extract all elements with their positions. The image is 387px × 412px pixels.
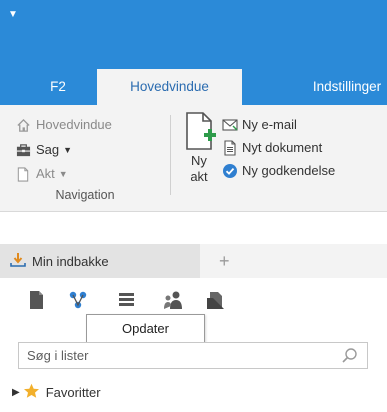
chevron-down-icon: ▼ — [63, 145, 73, 155]
tab-indstillinger[interactable]: Indstillinger — [287, 69, 387, 105]
new-document-label: Nyt dokument — [242, 140, 323, 155]
refresh-network-icon[interactable] — [67, 289, 89, 311]
new-approval-label: Ny godkendelse — [242, 163, 336, 178]
ribbon-group-divider — [170, 115, 171, 195]
inbox-download-icon — [10, 252, 26, 271]
document-icon[interactable] — [26, 289, 48, 311]
ribbon: Hovedvindue Sag ▼ Akt ▼ Navigation Ny ak… — [0, 105, 387, 212]
new-akt-label-line2: akt — [190, 169, 208, 184]
search-input[interactable] — [19, 343, 337, 368]
new-email-label: Ny e-mail — [242, 117, 297, 132]
nav-akt-button[interactable]: Akt ▼ — [15, 164, 68, 184]
navigation-group: Hovedvindue Sag ▼ Akt ▼ Navigation — [0, 105, 170, 211]
new-email-button[interactable]: Ny e-mail — [222, 115, 297, 135]
tab-min-indbakke-label: Min indbakke — [32, 253, 109, 269]
new-document-icon — [222, 140, 238, 156]
ribbon-tabs: F2 Hovedvindue Indstillinger — [0, 69, 387, 105]
folder-document-icon[interactable] — [205, 289, 227, 311]
navigation-group-label: Navigation — [55, 188, 115, 202]
list-icon[interactable] — [116, 289, 138, 311]
new-approval-button[interactable]: Ny godkendelse — [222, 161, 335, 181]
quick-access-dropdown-icon[interactable]: ▼ — [8, 10, 18, 20]
tab-f2[interactable]: F2 — [38, 69, 78, 105]
email-icon — [222, 117, 238, 133]
new-document-plus-icon — [186, 112, 216, 150]
search-box — [18, 342, 368, 369]
nav-akt-label: Akt — [36, 166, 55, 181]
nav-sag-button[interactable]: Sag ▼ — [15, 140, 72, 160]
tree-item-favoritter[interactable]: ▶ Favoritter — [12, 381, 101, 403]
expand-arrow-icon[interactable]: ▶ — [12, 387, 20, 398]
title-bar: ▼ F2 Hovedvindue Indstillinger — [0, 0, 387, 105]
nav-hovedvindue-label: Hovedvindue — [36, 117, 112, 132]
new-akt-label: Ny akt — [181, 153, 217, 185]
chevron-down-icon: ▼ — [58, 169, 68, 179]
new-akt-label-line1: Ny — [191, 153, 207, 168]
tree-item-favoritter-label: Favoritter — [45, 384, 101, 400]
star-icon — [23, 383, 40, 402]
document-icon — [15, 166, 31, 182]
nav-sag-label: Sag — [36, 142, 60, 157]
approval-icon — [222, 163, 238, 179]
add-tab-button[interactable]: + — [219, 244, 230, 278]
tab-min-indbakke[interactable]: Min indbakke — [0, 244, 200, 278]
search-icon[interactable] — [341, 347, 359, 365]
list-tabs-bar: Min indbakke + — [0, 244, 387, 278]
users-icon[interactable] — [162, 289, 184, 311]
tooltip-opdater: Opdater — [86, 314, 205, 343]
new-document-button[interactable]: Nyt dokument — [222, 138, 322, 158]
new-akt-button[interactable]: Ny akt — [181, 111, 217, 185]
tab-hovedvindue[interactable]: Hovedvindue — [97, 69, 242, 105]
case-icon — [15, 142, 31, 158]
nav-hovedvindue-button[interactable]: Hovedvindue — [15, 115, 112, 135]
home-icon — [15, 117, 31, 133]
